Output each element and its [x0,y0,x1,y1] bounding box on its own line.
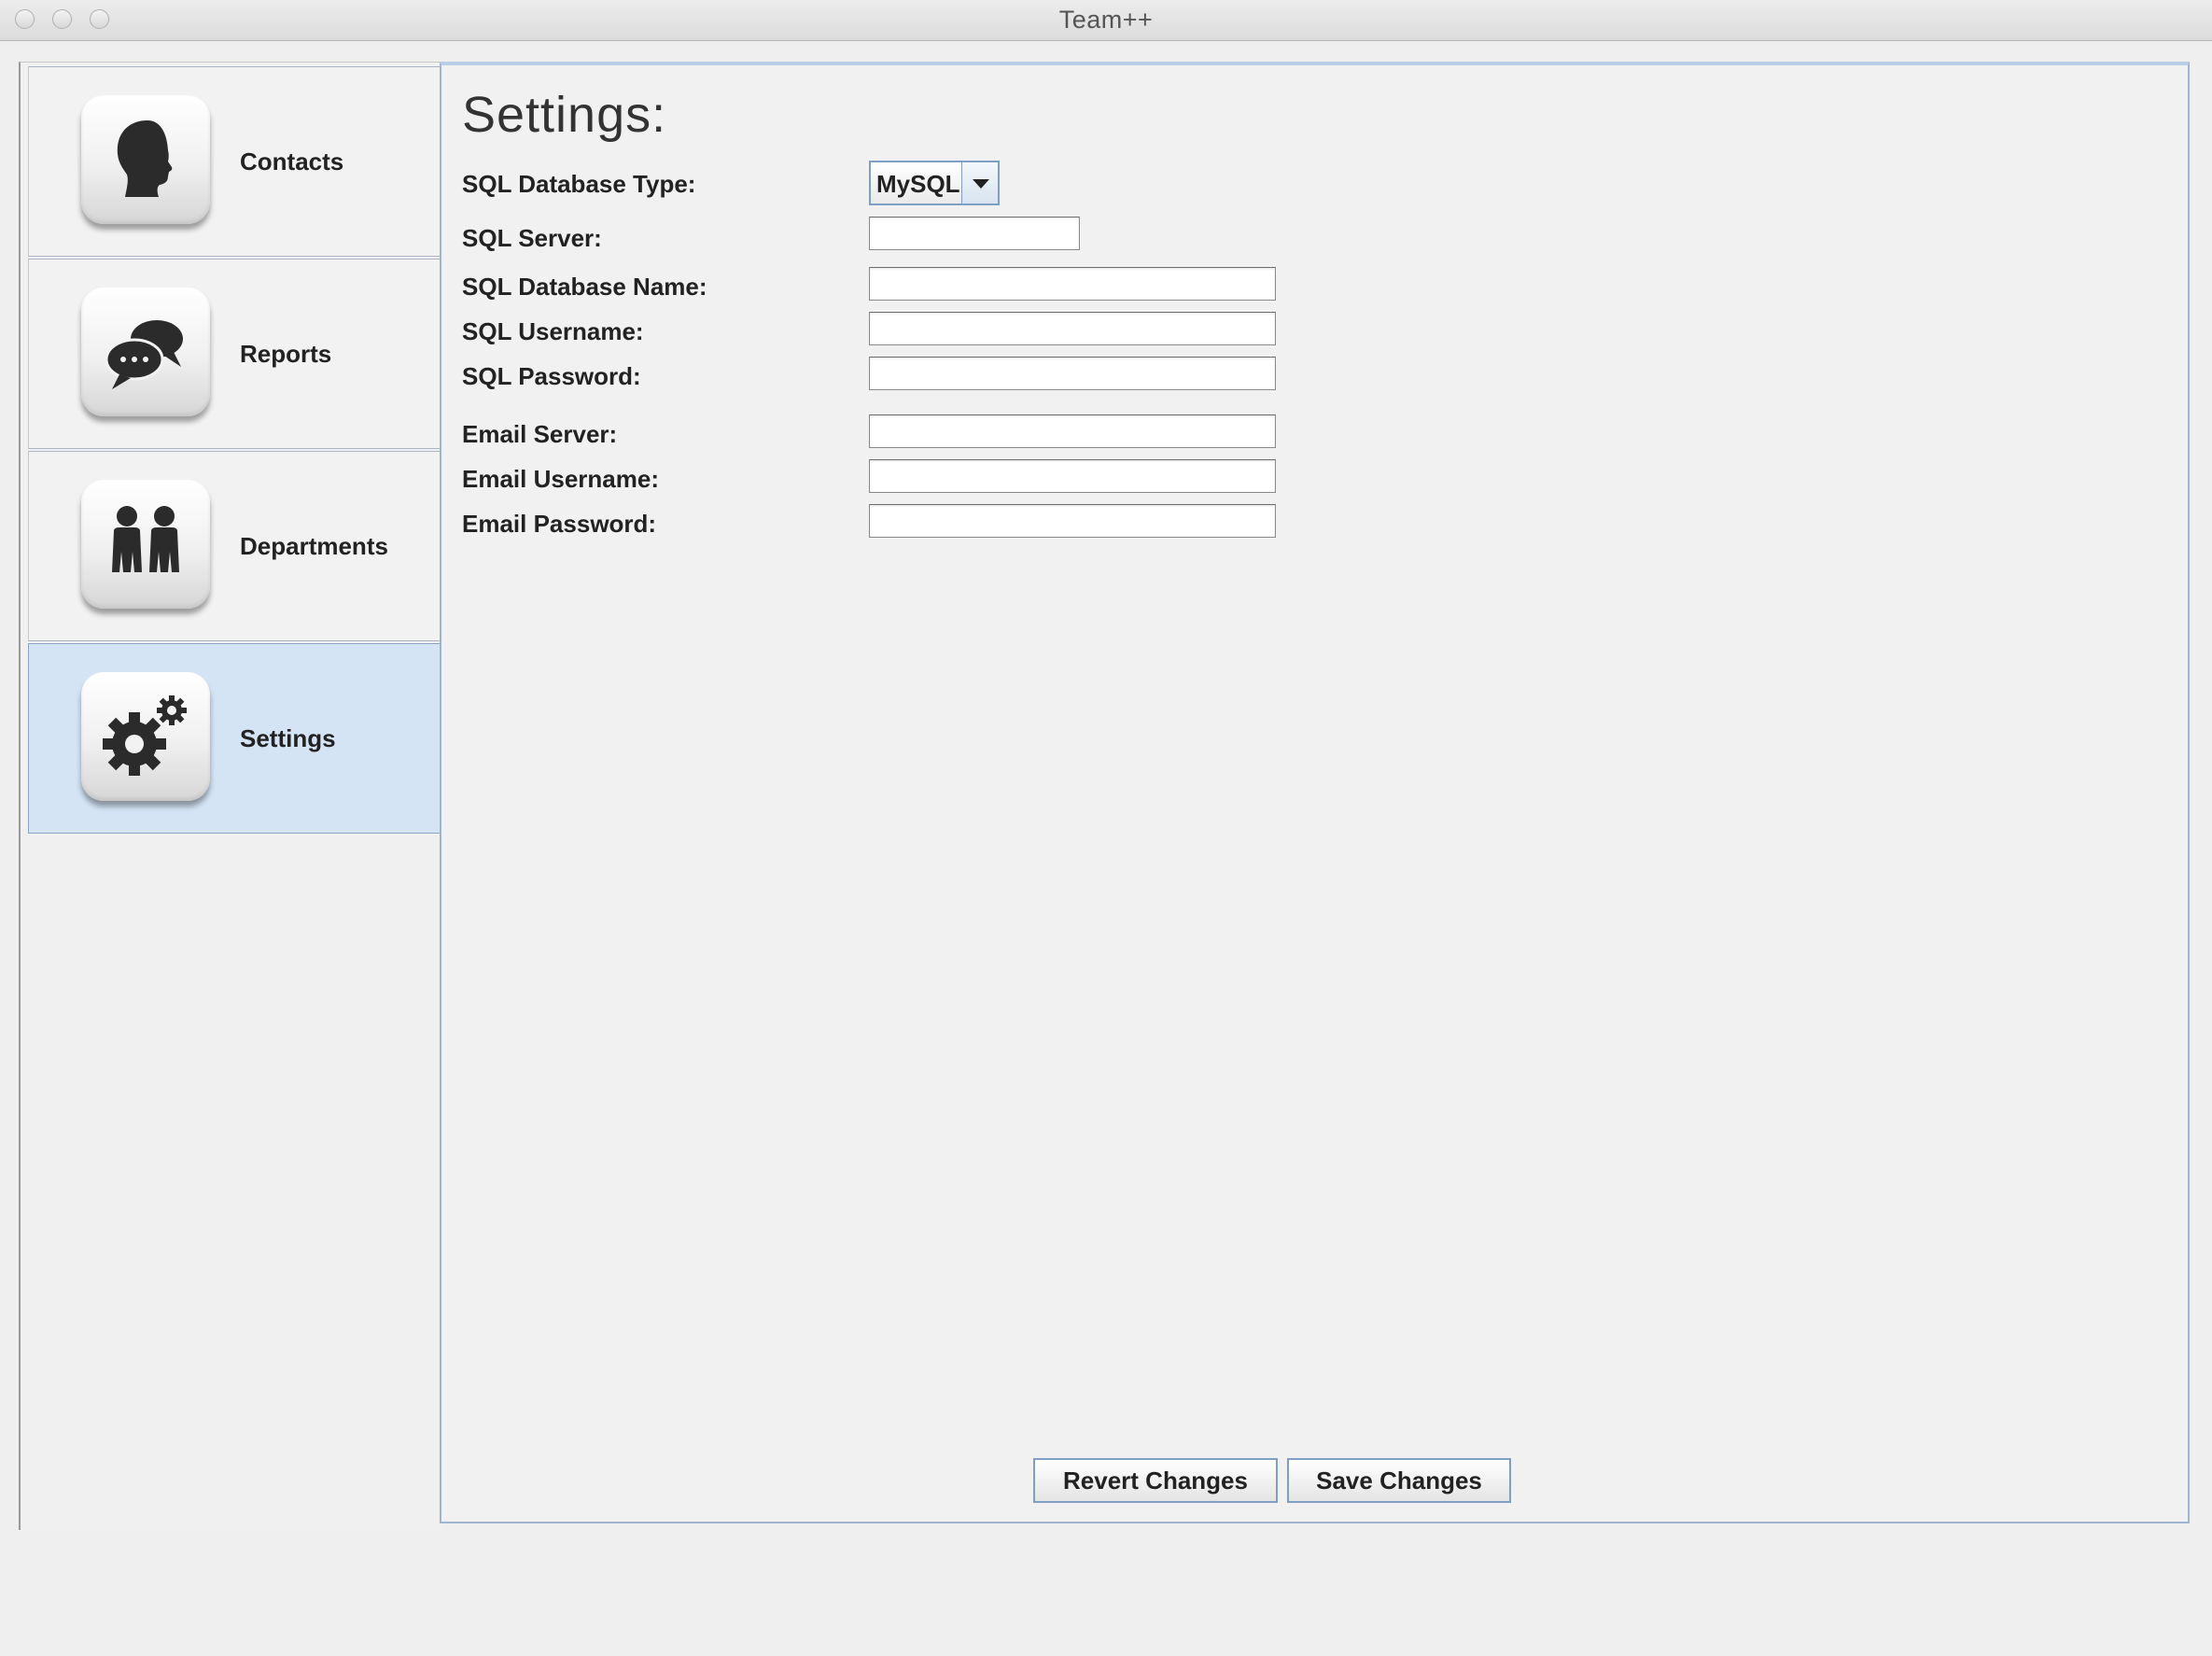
sql-database-type-label: SQL Database Type: [462,170,696,198]
gears-icon [81,672,210,801]
settings-panel: Settings: SQL Database Type: MySQL SQL S… [440,62,2190,1523]
email-server-label: Email Server: [462,420,618,448]
sidebar-item-contacts[interactable]: Contacts [28,66,442,257]
email-password-input[interactable] [869,504,1276,538]
save-changes-button[interactable]: Save Changes [1287,1458,1511,1503]
sidebar-item-departments[interactable]: Departments [28,451,442,641]
people-icon [81,480,210,609]
sidebar-item-reports[interactable]: Reports [28,259,442,449]
sql-password-label: SQL Password: [462,362,641,390]
chevron-down-icon[interactable] [961,162,998,203]
sql-username-input[interactable] [869,312,1276,345]
page-title: Settings: [462,87,667,143]
sidebar-item-label: Reports [240,340,332,368]
email-username-input[interactable] [869,459,1276,493]
sql-password-input[interactable] [869,357,1276,390]
sql-database-name-label: SQL Database Name: [462,273,707,301]
sql-username-label: SQL Username: [462,317,644,345]
sql-database-name-input[interactable] [869,267,1276,301]
select-value: MySQL [876,170,960,198]
contact-head-icon [81,95,210,224]
revert-changes-button[interactable]: Revert Changes [1033,1458,1278,1503]
email-server-input[interactable] [869,414,1276,448]
sql-server-input[interactable] [869,217,1080,250]
sql-server-label: SQL Server: [462,224,602,252]
app-window: Team++ Contacts Reports Departments Sett… [0,0,2212,1656]
sql-database-type-select[interactable]: MySQL [869,161,1000,205]
sidebar-item-label: Settings [240,724,336,752]
sidebar-item-settings[interactable]: Settings [28,643,442,834]
sidebar-item-label: Contacts [240,147,344,175]
email-password-label: Email Password: [462,510,657,538]
sidebar-item-label: Departments [240,532,388,560]
email-username-label: Email Username: [462,465,659,493]
window-title: Team++ [1058,6,1154,34]
title-bar: Team++ [0,0,2212,41]
speech-bubbles-icon [81,288,210,416]
sidebar-nav: Contacts Reports Departments Settings [19,62,443,1530]
